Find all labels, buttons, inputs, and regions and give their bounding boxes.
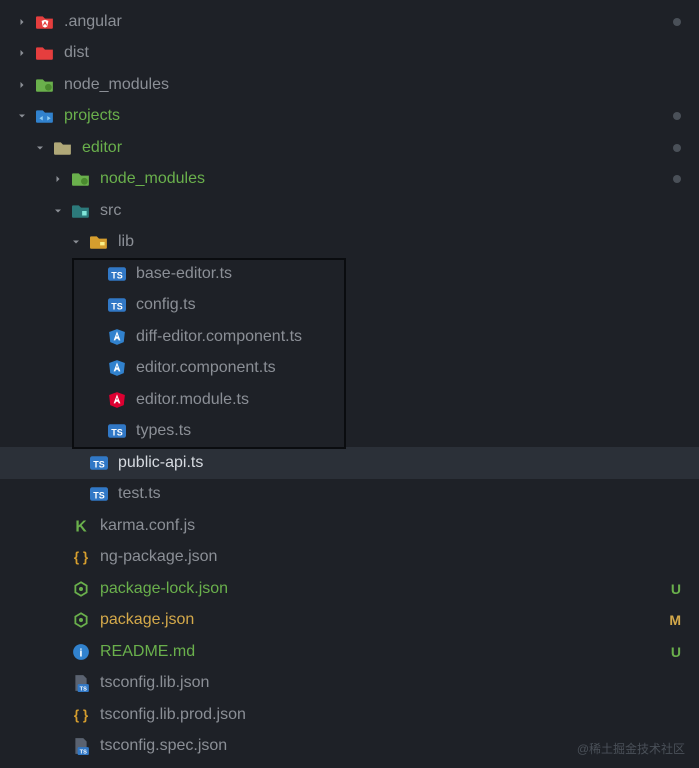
tree-row[interactable]: node_modules bbox=[0, 164, 699, 196]
tree-item-label: ng-package.json bbox=[100, 548, 681, 566]
ts-icon: TS bbox=[90, 454, 108, 472]
tree-item-label: diff-editor.component.ts bbox=[136, 328, 681, 346]
svg-text:i: i bbox=[79, 647, 82, 659]
watermark: @稀土掘金技术社区 bbox=[577, 740, 685, 757]
tree-row[interactable]: diff-editor.component.ts bbox=[0, 321, 699, 353]
tree-row[interactable]: package.json M bbox=[0, 605, 699, 637]
folder-green-icon bbox=[72, 170, 90, 188]
ts-icon: TS bbox=[108, 296, 126, 314]
chevron-right-icon[interactable] bbox=[14, 77, 30, 93]
tree-item-label: dist bbox=[64, 44, 681, 62]
ng-blue-icon bbox=[108, 328, 126, 346]
tree-row[interactable]: projects bbox=[0, 101, 699, 133]
tree-item-label: tsconfig.lib.json bbox=[100, 674, 681, 692]
tree-item-label: public-api.ts bbox=[118, 454, 681, 472]
git-status-badge: M bbox=[669, 612, 681, 628]
tree-row[interactable]: { } ng-package.json bbox=[0, 542, 699, 574]
ts-icon: TS bbox=[90, 485, 108, 503]
tree-row[interactable]: Kkarma.conf.js bbox=[0, 510, 699, 542]
svg-text:TS: TS bbox=[80, 687, 87, 693]
tree-item-label: src bbox=[100, 202, 681, 220]
status-dot-icon bbox=[673, 144, 681, 152]
tree-row[interactable]: editor.component.ts bbox=[0, 353, 699, 385]
npm-icon bbox=[72, 580, 90, 598]
folder-teal-icon bbox=[72, 202, 90, 220]
file-tree: .angular dist node_modules projects editor no… bbox=[0, 0, 699, 768]
tree-row[interactable]: dist bbox=[0, 38, 699, 70]
json-icon: { } bbox=[72, 706, 90, 724]
chevron-right-icon[interactable] bbox=[14, 45, 30, 61]
tree-item-label: node_modules bbox=[64, 76, 681, 94]
ts-icon: TS bbox=[108, 265, 126, 283]
tree-row[interactable]: TS config.ts bbox=[0, 290, 699, 322]
tree-row[interactable]: TS base-editor.ts bbox=[0, 258, 699, 290]
tree-item-label: .angular bbox=[64, 13, 665, 31]
chevron-down-icon[interactable] bbox=[32, 140, 48, 156]
status-dot-icon bbox=[673, 112, 681, 120]
folder-blue-icon bbox=[36, 107, 54, 125]
svg-text:{ }: { } bbox=[74, 707, 89, 722]
tree-row[interactable]: lib bbox=[0, 227, 699, 259]
ng-blue-icon bbox=[108, 359, 126, 377]
npm-icon bbox=[72, 611, 90, 629]
tree-item-label: types.ts bbox=[136, 422, 681, 440]
tree-row[interactable]: package-lock.json U bbox=[0, 573, 699, 605]
ng-red-icon bbox=[108, 391, 126, 409]
git-status-badge: U bbox=[671, 644, 681, 660]
tree-row[interactable]: TS tsconfig.lib.json bbox=[0, 668, 699, 700]
tree-item-label: base-editor.ts bbox=[136, 265, 681, 283]
svg-text:TS: TS bbox=[111, 302, 123, 312]
git-status-badge: U bbox=[671, 581, 681, 597]
tree-row[interactable]: TS test.ts bbox=[0, 479, 699, 511]
tsconf-icon: TS bbox=[72, 737, 90, 755]
svg-text:TS: TS bbox=[111, 428, 123, 438]
tree-row[interactable]: node_modules bbox=[0, 69, 699, 101]
tree-item-label: projects bbox=[64, 107, 665, 125]
svg-text:TS: TS bbox=[93, 491, 105, 501]
folder-red-icon bbox=[36, 44, 54, 62]
tree-item-label: package-lock.json bbox=[100, 580, 663, 598]
tree-item-label: lib bbox=[118, 233, 681, 251]
tree-row[interactable]: { } tsconfig.lib.prod.json bbox=[0, 699, 699, 731]
json-icon: { } bbox=[72, 548, 90, 566]
chevron-right-icon[interactable] bbox=[14, 14, 30, 30]
tree-item-label: editor.module.ts bbox=[136, 391, 681, 409]
chevron-down-icon[interactable] bbox=[68, 234, 84, 250]
tree-row[interactable]: src bbox=[0, 195, 699, 227]
tree-row[interactable]: TS types.ts bbox=[0, 416, 699, 448]
tree-item-label: tsconfig.lib.prod.json bbox=[100, 706, 681, 724]
tree-item-label: config.ts bbox=[136, 296, 681, 314]
chevron-right-icon[interactable] bbox=[50, 171, 66, 187]
chevron-down-icon[interactable] bbox=[50, 203, 66, 219]
tree-row[interactable]: editor.module.ts bbox=[0, 384, 699, 416]
chevron-down-icon[interactable] bbox=[14, 108, 30, 124]
tree-item-label: node_modules bbox=[100, 170, 665, 188]
tree-row[interactable]: TS public-api.ts bbox=[0, 447, 699, 479]
tree-row[interactable]: editor bbox=[0, 132, 699, 164]
svg-text:K: K bbox=[75, 518, 87, 534]
tree-item-label: package.json bbox=[100, 611, 661, 629]
folder-angular-icon bbox=[36, 13, 54, 31]
folder-lib-icon bbox=[90, 233, 108, 251]
tsconf-icon: TS bbox=[72, 674, 90, 692]
tree-item-label: karma.conf.js bbox=[100, 517, 681, 535]
folder-green-icon bbox=[36, 76, 54, 94]
svg-text:TS: TS bbox=[111, 270, 123, 280]
tree-item-label: editor.component.ts bbox=[136, 359, 681, 377]
tree-item-label: editor bbox=[82, 139, 665, 157]
status-dot-icon bbox=[673, 18, 681, 26]
tree-row[interactable]: i README.md U bbox=[0, 636, 699, 668]
svg-text:TS: TS bbox=[93, 459, 105, 469]
svg-text:TS: TS bbox=[80, 750, 87, 756]
ts-icon: TS bbox=[108, 422, 126, 440]
status-dot-icon bbox=[673, 175, 681, 183]
info-icon: i bbox=[72, 643, 90, 661]
tree-item-label: test.ts bbox=[118, 485, 681, 503]
karma-icon: K bbox=[72, 517, 90, 535]
tree-item-label: README.md bbox=[100, 643, 663, 661]
tree-row[interactable]: .angular bbox=[0, 6, 699, 38]
svg-text:{ }: { } bbox=[74, 550, 89, 565]
folder-plain-icon bbox=[54, 139, 72, 157]
